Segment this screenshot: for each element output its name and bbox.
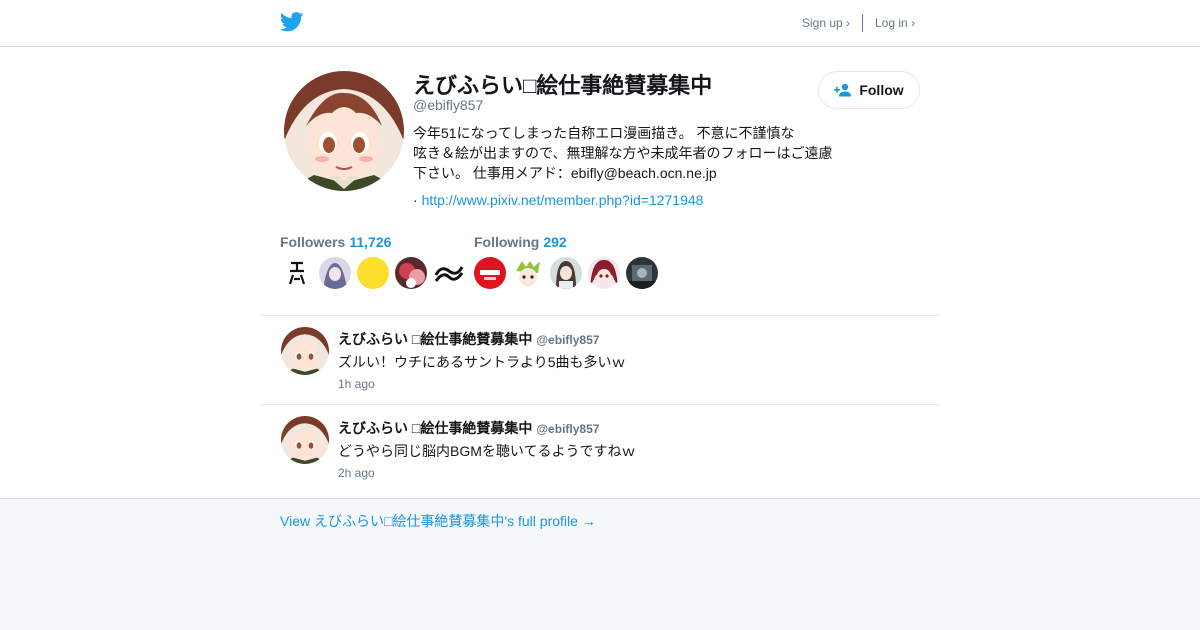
tweet-timestamp[interactable]: 1h ago	[338, 377, 375, 391]
bio-line: 下さい。 仕事用メアド：ebifly@beach.ocn.ne.jp	[413, 165, 717, 181]
followers-label: Followers	[280, 234, 346, 250]
tweet-avatar[interactable]	[281, 416, 329, 464]
followers-avatars	[281, 257, 465, 289]
followers-stat[interactable]: Followers 11,726	[280, 234, 391, 250]
tweet-author-handle[interactable]: @ebifly857	[536, 333, 599, 347]
add-person-icon	[834, 83, 852, 97]
url-bullet: ·	[413, 192, 418, 208]
profile-url-link[interactable]: http://www.pixiv.net/member.php?id=12719…	[422, 192, 704, 208]
follow-button-label: Follow	[859, 82, 904, 98]
log-in-link[interactable]: Log in ›	[875, 16, 915, 30]
profile-avatar[interactable]	[284, 71, 404, 191]
following-count: 292	[543, 234, 567, 250]
follow-button[interactable]: Follow	[818, 71, 920, 109]
follower-avatar[interactable]	[357, 257, 389, 289]
tweet-timestamp[interactable]: 2h ago	[338, 466, 375, 480]
following-avatar[interactable]	[474, 257, 506, 289]
tweet-header: えびふらい □絵仕事絶賛募集中 @ebifly857	[338, 329, 599, 349]
tweet-avatar[interactable]	[281, 327, 329, 375]
footer: View えびふらい□絵仕事絶賛募集中's full profile →	[0, 498, 1200, 630]
nav-divider	[862, 14, 863, 32]
profile-display-name: えびふらい□絵仕事絶賛募集中	[413, 73, 713, 98]
following-avatar[interactable]	[626, 257, 658, 289]
twitter-bird-icon[interactable]	[280, 11, 304, 33]
profile-url-row: · http://www.pixiv.net/member.php?id=127…	[413, 192, 703, 208]
bio-line: 今年51になってしまった自称エロ漫画描き。 不意に不謹慎な	[413, 125, 795, 141]
followers-count: 11,726	[349, 234, 392, 250]
follower-avatar[interactable]	[433, 257, 465, 289]
tweet-author-name[interactable]: えびふらい □絵仕事絶賛募集中	[338, 331, 532, 347]
following-avatar[interactable]	[588, 257, 620, 289]
bio-line: 呟き＆絵が出ますので、無理解な方や未成年者のフォローはご遠慮	[413, 145, 833, 161]
following-avatars	[474, 257, 658, 289]
follower-avatar[interactable]	[281, 257, 313, 289]
following-avatar[interactable]	[550, 257, 582, 289]
tweet-author-name[interactable]: えびふらい □絵仕事絶賛募集中	[338, 420, 532, 436]
tweet-item[interactable]: えびふらい □絵仕事絶賛募集中 @ebifly857 ズルい！ウチにあるサントラよ…	[260, 316, 940, 405]
follower-avatar[interactable]	[319, 257, 351, 289]
following-label: Following	[474, 234, 540, 250]
follower-avatar[interactable]	[395, 257, 427, 289]
sign-up-link[interactable]: Sign up ›	[802, 16, 850, 30]
following-stat[interactable]: Following 292	[474, 234, 567, 250]
tweet-text: ズルい！ウチにあるサントラより5曲も多いｗ	[338, 354, 626, 370]
profile-bio: 今年51になってしまった自称エロ漫画描き。 不意に不謹慎な 呟き＆絵が出ますので…	[413, 123, 843, 183]
tweet-item[interactable]: えびふらい □絵仕事絶賛募集中 @ebifly857 どうやら同じ脳内BGMを聴い…	[260, 405, 940, 494]
tweet-author-handle[interactable]: @ebifly857	[536, 422, 599, 436]
view-full-profile-link[interactable]: View えびふらい□絵仕事絶賛募集中's full profile →	[280, 511, 596, 531]
following-avatar[interactable]	[512, 257, 544, 289]
tweet-text: どうやら同じ脳内BGMを聴いてるようですねｗ	[338, 443, 636, 459]
tweet-header: えびふらい □絵仕事絶賛募集中 @ebifly857	[338, 418, 599, 438]
profile-handle: @ebifly857	[413, 97, 484, 113]
top-bar: Sign up › Log in ›	[0, 0, 1200, 47]
